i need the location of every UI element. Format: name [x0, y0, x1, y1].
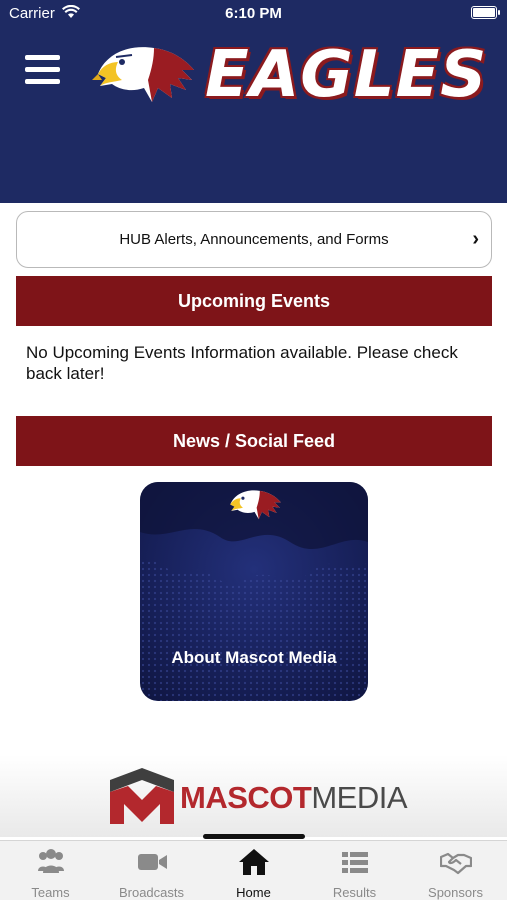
- home-icon: [239, 849, 269, 875]
- bottom-tab-bar: Teams Broadcasts Home Results Sponsors: [0, 840, 507, 900]
- status-bar: Carrier 6:10 PM: [0, 0, 507, 28]
- news-feed-header: News / Social Feed: [16, 416, 492, 466]
- people-icon: [38, 849, 64, 873]
- tab-label-results: Results: [332, 885, 377, 900]
- tab-broadcasts[interactable]: Broadcasts: [101, 841, 202, 900]
- tab-teams[interactable]: Teams: [0, 841, 101, 900]
- video-camera-icon: [138, 854, 167, 870]
- hamburger-menu-button[interactable]: [25, 55, 60, 85]
- hub-alerts-label: HUB Alerts, Announcements, and Forms: [119, 231, 389, 248]
- tab-results[interactable]: Results: [304, 841, 405, 900]
- upcoming-events-header: Upcoming Events: [16, 276, 492, 326]
- eagle-head-logo-small: [230, 490, 281, 520]
- tab-label-sponsors: Sponsors: [428, 885, 483, 900]
- home-indicator: [203, 834, 305, 839]
- mascot-media-wordmark: MASCOTMEDIA: [180, 780, 408, 815]
- tab-label-broadcasts: Broadcasts: [118, 885, 185, 900]
- app-header: Carrier 6:10 PM EAGLES: [0, 0, 507, 203]
- tab-sponsors[interactable]: Sponsors: [405, 841, 506, 900]
- list-icon: [342, 852, 368, 873]
- sponsor-banner[interactable]: MASCOTMEDIA: [0, 755, 507, 837]
- status-time: 6:10 PM: [225, 5, 282, 22]
- handshake-icon: [440, 852, 472, 875]
- brand-title: EAGLES: [205, 38, 488, 112]
- eagle-head-logo: [92, 47, 194, 102]
- hub-alerts-button[interactable]: HUB Alerts, Announcements, and Forms ›: [16, 211, 492, 268]
- upcoming-events-message: No Upcoming Events Information available…: [26, 343, 458, 383]
- mascot-media-logo-icon: [110, 768, 174, 824]
- tab-label-teams: Teams: [31, 885, 70, 900]
- tab-label-home: Home: [236, 885, 271, 900]
- tab-home[interactable]: Home: [203, 841, 304, 900]
- battery-icon: [471, 6, 500, 19]
- about-mascot-media-label: About Mascot Media: [171, 648, 337, 667]
- about-mascot-media-card[interactable]: About Mascot Media: [140, 482, 368, 701]
- chevron-right-icon: ›: [472, 228, 479, 250]
